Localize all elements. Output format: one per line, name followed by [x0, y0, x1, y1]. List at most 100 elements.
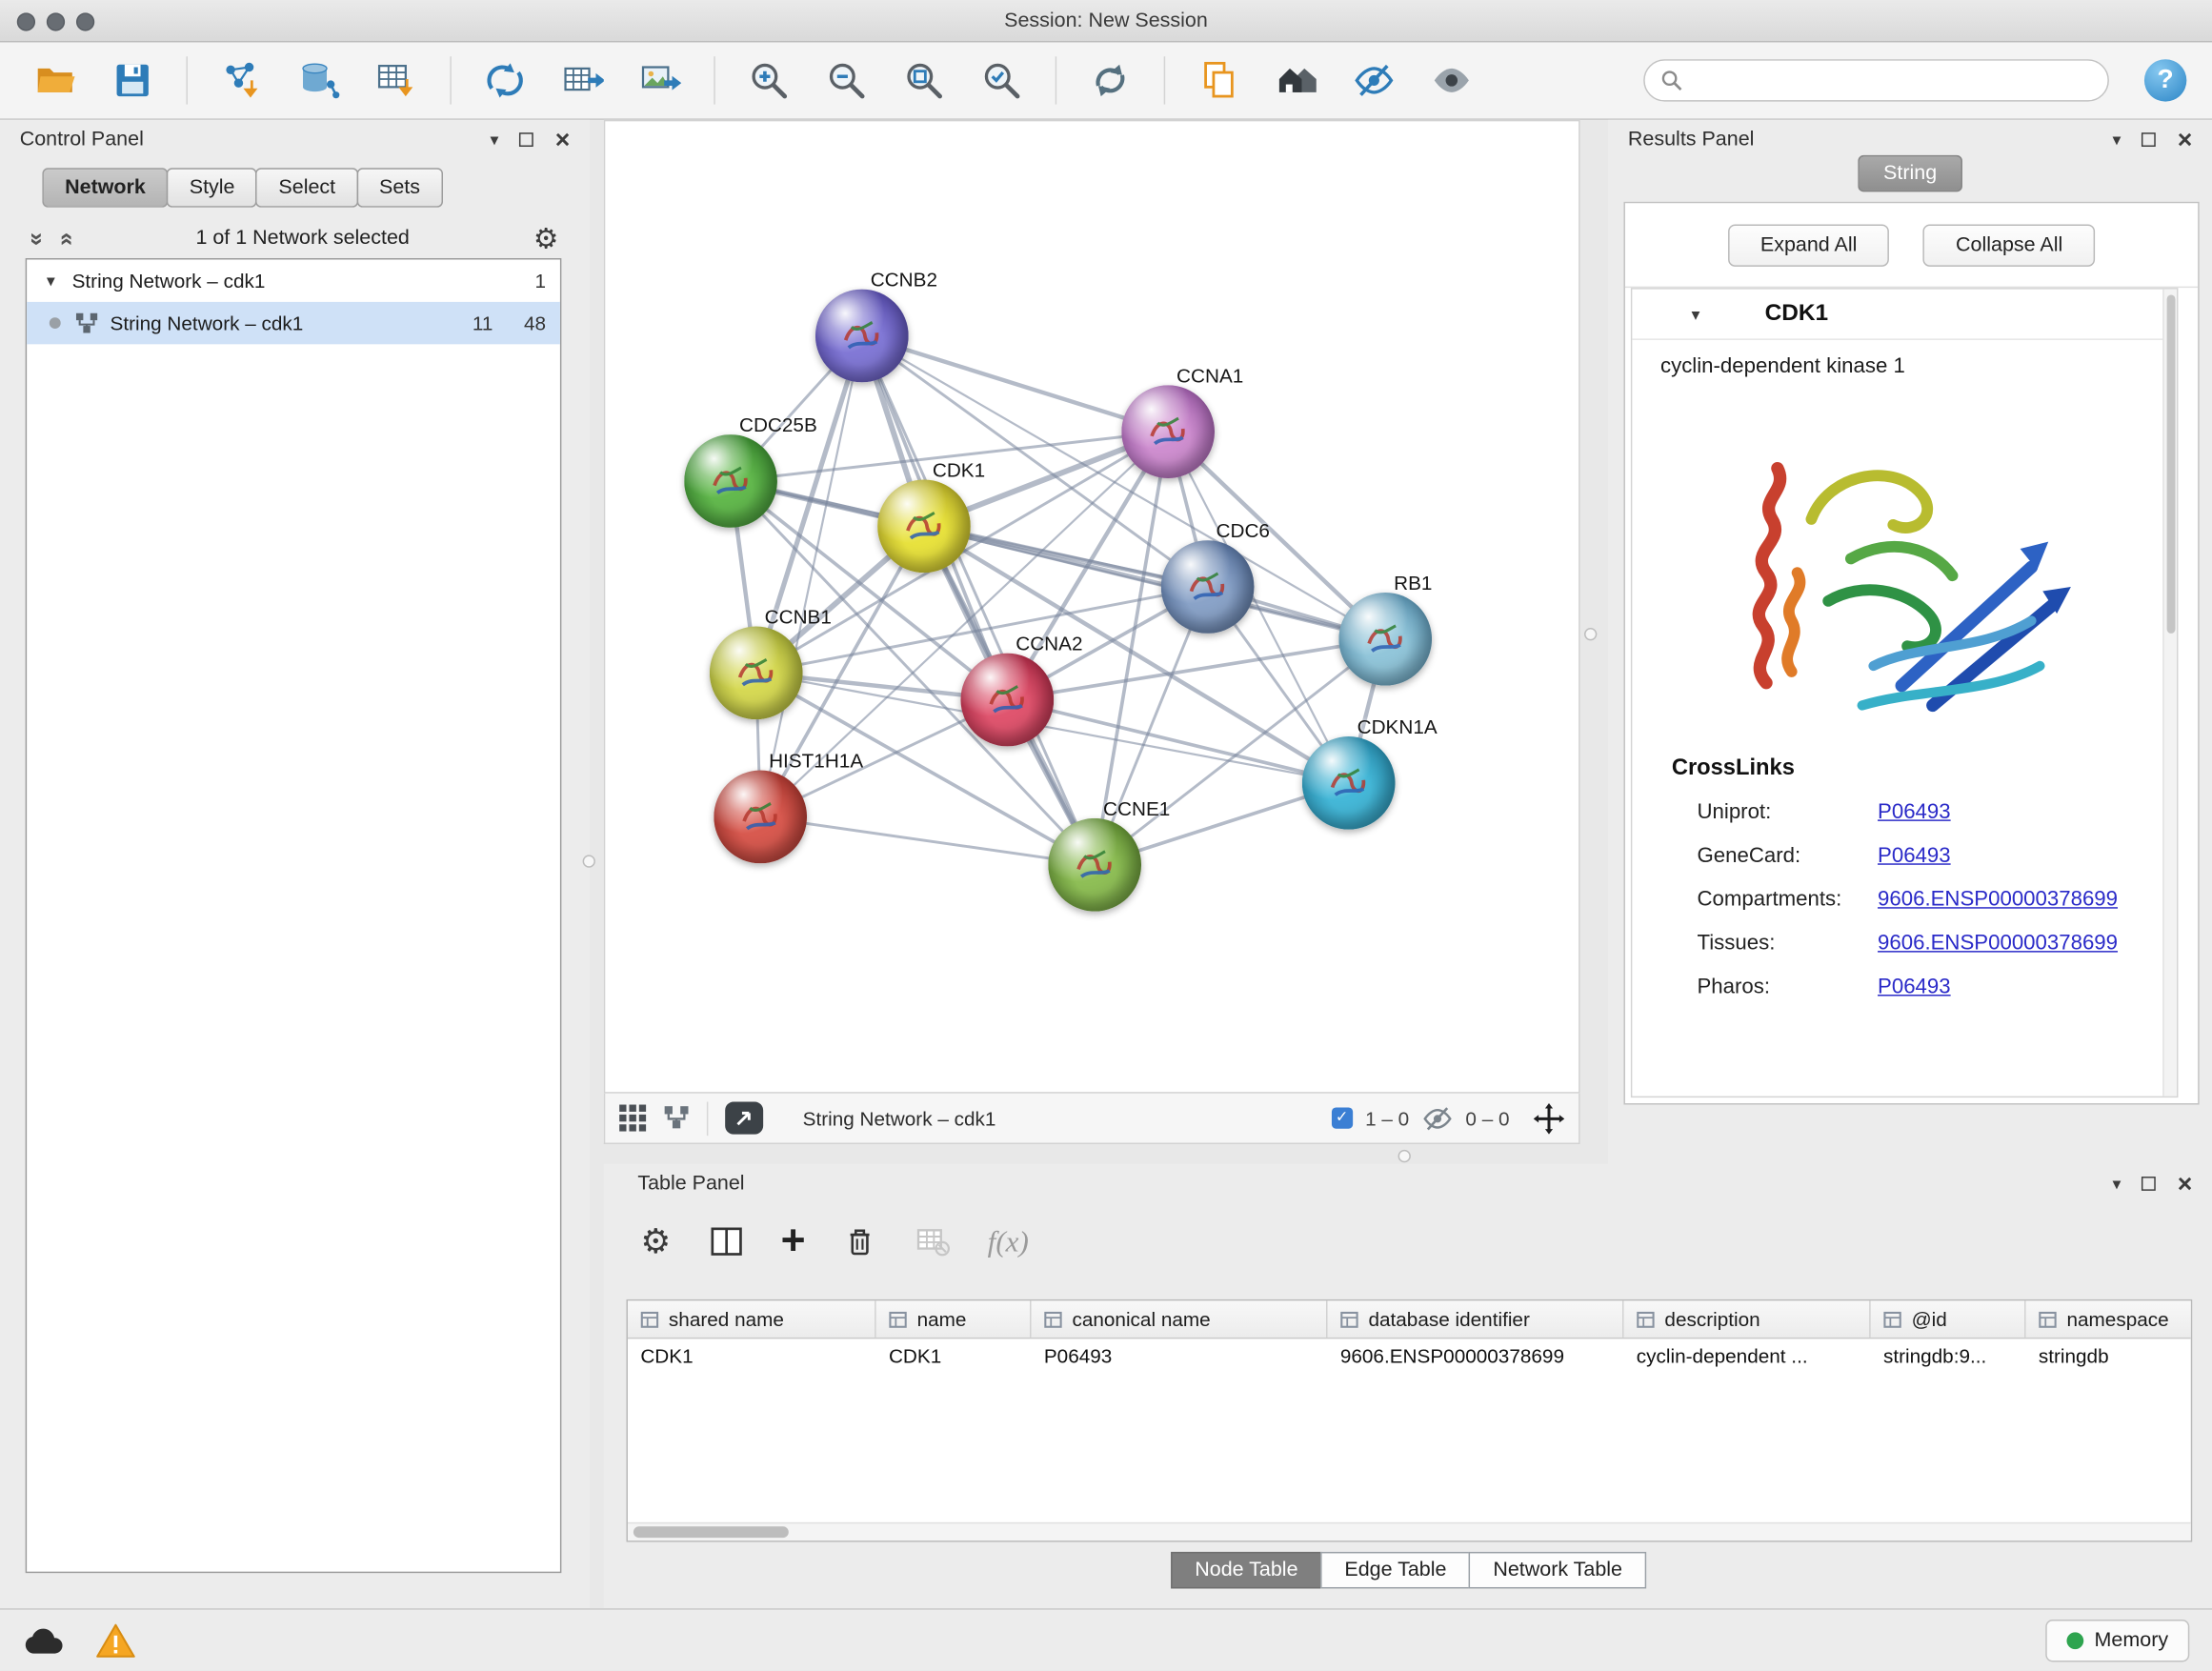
grid-view-icon[interactable]: [619, 1105, 646, 1132]
entry-collapse-caret-icon[interactable]: ▾: [1692, 306, 1700, 323]
network-node-ccne1[interactable]: [1048, 818, 1141, 912]
column-header-shared-name[interactable]: shared name: [628, 1300, 876, 1338]
results-scrollbar-thumb[interactable]: [2166, 295, 2175, 634]
protein-entry-header[interactable]: ▾ CDK1: [1632, 290, 2177, 340]
network-node-cdc25b[interactable]: [684, 434, 777, 528]
export-table-button[interactable]: [553, 50, 612, 110]
network-edge[interactable]: [760, 335, 862, 816]
table-settings-gear-icon[interactable]: ⚙: [640, 1224, 671, 1258]
network-node-ccnb1[interactable]: [710, 627, 803, 720]
network-node-ccna1[interactable]: [1121, 385, 1215, 478]
crosslink-link[interactable]: P06493: [1878, 800, 1951, 824]
column-header--id[interactable]: @id: [1871, 1300, 2026, 1338]
results-scrollbar[interactable]: [2162, 290, 2177, 1097]
zoom-selected-button[interactable]: [972, 50, 1031, 110]
memory-button[interactable]: Memory: [2045, 1619, 2190, 1661]
delete-trash-icon[interactable]: [842, 1223, 877, 1260]
zoom-window-button[interactable]: [76, 12, 94, 30]
table-horizontal-scrollbar[interactable]: [628, 1522, 2191, 1540]
search-input[interactable]: [1693, 68, 2092, 93]
vertical-splitter-handle[interactable]: [1584, 628, 1597, 640]
network-node-ccna2[interactable]: [960, 654, 1054, 747]
network-edge[interactable]: [862, 335, 1168, 432]
tab-network[interactable]: Network: [42, 168, 168, 207]
collapse-all-icon[interactable]: »: [26, 232, 50, 245]
zoom-in-button[interactable]: [739, 50, 798, 110]
network-node-ccnb2[interactable]: [815, 290, 909, 383]
expand-all-icon[interactable]: »: [53, 232, 77, 245]
close-panel-icon[interactable]: ×: [2178, 127, 2193, 152]
zoom-out-button[interactable]: [816, 50, 875, 110]
column-header-canonical-name[interactable]: canonical name: [1032, 1300, 1328, 1338]
birdseye-network-icon[interactable]: [663, 1105, 690, 1132]
table-cell[interactable]: stringdb: [2026, 1339, 2193, 1377]
tab-network-table[interactable]: Network Table: [1469, 1552, 1646, 1589]
tab-node-table[interactable]: Node Table: [1171, 1552, 1322, 1589]
help-button[interactable]: ?: [2144, 59, 2186, 101]
crosslink-link[interactable]: 9606.ENSP00000378699: [1878, 887, 2118, 911]
table-cell[interactable]: stringdb:9...: [1871, 1339, 2026, 1377]
vertical-splitter-handle[interactable]: [583, 855, 595, 867]
results-tab-string[interactable]: String: [1858, 155, 1961, 192]
column-header-namespace[interactable]: namespace: [2026, 1300, 2193, 1338]
create-column-plus-icon[interactable]: +: [781, 1224, 806, 1258]
network-node-cdc6[interactable]: [1161, 540, 1255, 634]
network-view[interactable]: CCNB2CCNA1CDC25BCDK1CDC6RB1CCNB1CCNA2CDK…: [604, 120, 1580, 1094]
float-panel-icon[interactable]: ▾: [491, 131, 499, 149]
fit-content-crosshair-icon[interactable]: [1534, 1102, 1565, 1134]
save-session-button[interactable]: [103, 50, 162, 110]
tab-style[interactable]: Style: [167, 168, 257, 207]
import-table-button[interactable]: [367, 50, 426, 110]
show-columns-icon[interactable]: [708, 1223, 745, 1260]
selected-checkbox-icon[interactable]: ✓: [1332, 1107, 1353, 1128]
crosslink-link[interactable]: P06493: [1878, 975, 1951, 998]
minimize-window-button[interactable]: [47, 12, 65, 30]
network-node-cdkn1a[interactable]: [1302, 736, 1396, 830]
network-edge[interactable]: [924, 526, 1385, 638]
network-options-gear-icon[interactable]: ⚙: [533, 224, 559, 252]
tab-select[interactable]: Select: [256, 168, 358, 207]
maximize-panel-icon[interactable]: [2142, 132, 2157, 147]
table-row[interactable]: CDK1CDK1P064939606.ENSP00000378699cyclin…: [628, 1339, 2191, 1377]
network-collection-row[interactable]: ▾ String Network – cdk1 1: [27, 259, 560, 301]
open-in-window-button[interactable]: [725, 1102, 763, 1135]
warning-icon[interactable]: [96, 1621, 135, 1659]
network-node-rb1[interactable]: [1338, 593, 1432, 686]
export-image-button[interactable]: [631, 50, 690, 110]
table-cell[interactable]: CDK1: [628, 1339, 876, 1377]
float-panel-icon[interactable]: ▾: [2113, 131, 2122, 149]
show-all-button[interactable]: [1422, 50, 1481, 110]
new-network-from-selection-button[interactable]: [475, 50, 534, 110]
horizontal-splitter-handle[interactable]: [1398, 1150, 1411, 1162]
table-cell[interactable]: P06493: [1032, 1339, 1328, 1377]
function-builder-icon[interactable]: f(x): [988, 1224, 1029, 1259]
hide-selected-button[interactable]: [1344, 50, 1403, 110]
table-scrollbar-thumb[interactable]: [633, 1526, 789, 1538]
import-network-button[interactable]: [211, 50, 271, 110]
float-panel-icon[interactable]: ▾: [2113, 1176, 2122, 1193]
collection-expand-caret-icon[interactable]: ▾: [47, 272, 55, 290]
close-window-button[interactable]: [17, 12, 35, 30]
home-layout-button[interactable]: [1267, 50, 1326, 110]
table-cell[interactable]: cyclin-dependent ...: [1623, 1339, 1870, 1377]
maximize-panel-icon[interactable]: [2142, 1177, 2157, 1191]
close-panel-icon[interactable]: ×: [2178, 1171, 2193, 1197]
import-network-from-database-button[interactable]: [290, 50, 349, 110]
tab-sets[interactable]: Sets: [356, 168, 442, 207]
column-header-database-identifier[interactable]: database identifier: [1327, 1300, 1623, 1338]
maximize-panel-icon[interactable]: [520, 132, 534, 147]
close-panel-icon[interactable]: ×: [555, 127, 571, 152]
open-session-button[interactable]: [26, 50, 85, 110]
network-edge[interactable]: [862, 335, 1095, 864]
copy-button[interactable]: [1189, 50, 1248, 110]
refresh-view-button[interactable]: [1080, 50, 1139, 110]
network-row-selected[interactable]: String Network – cdk1 11 48: [27, 302, 560, 344]
crosslink-link[interactable]: P06493: [1878, 844, 1951, 868]
column-header-description[interactable]: description: [1623, 1300, 1870, 1338]
table-cell[interactable]: CDK1: [876, 1339, 1032, 1377]
cloud-icon[interactable]: [23, 1624, 65, 1656]
network-edge[interactable]: [760, 816, 1095, 864]
crosslink-link[interactable]: 9606.ENSP00000378699: [1878, 931, 2118, 955]
tab-edge-table[interactable]: Edge Table: [1320, 1552, 1470, 1589]
collapse-all-button[interactable]: Collapse All: [1923, 224, 2095, 266]
